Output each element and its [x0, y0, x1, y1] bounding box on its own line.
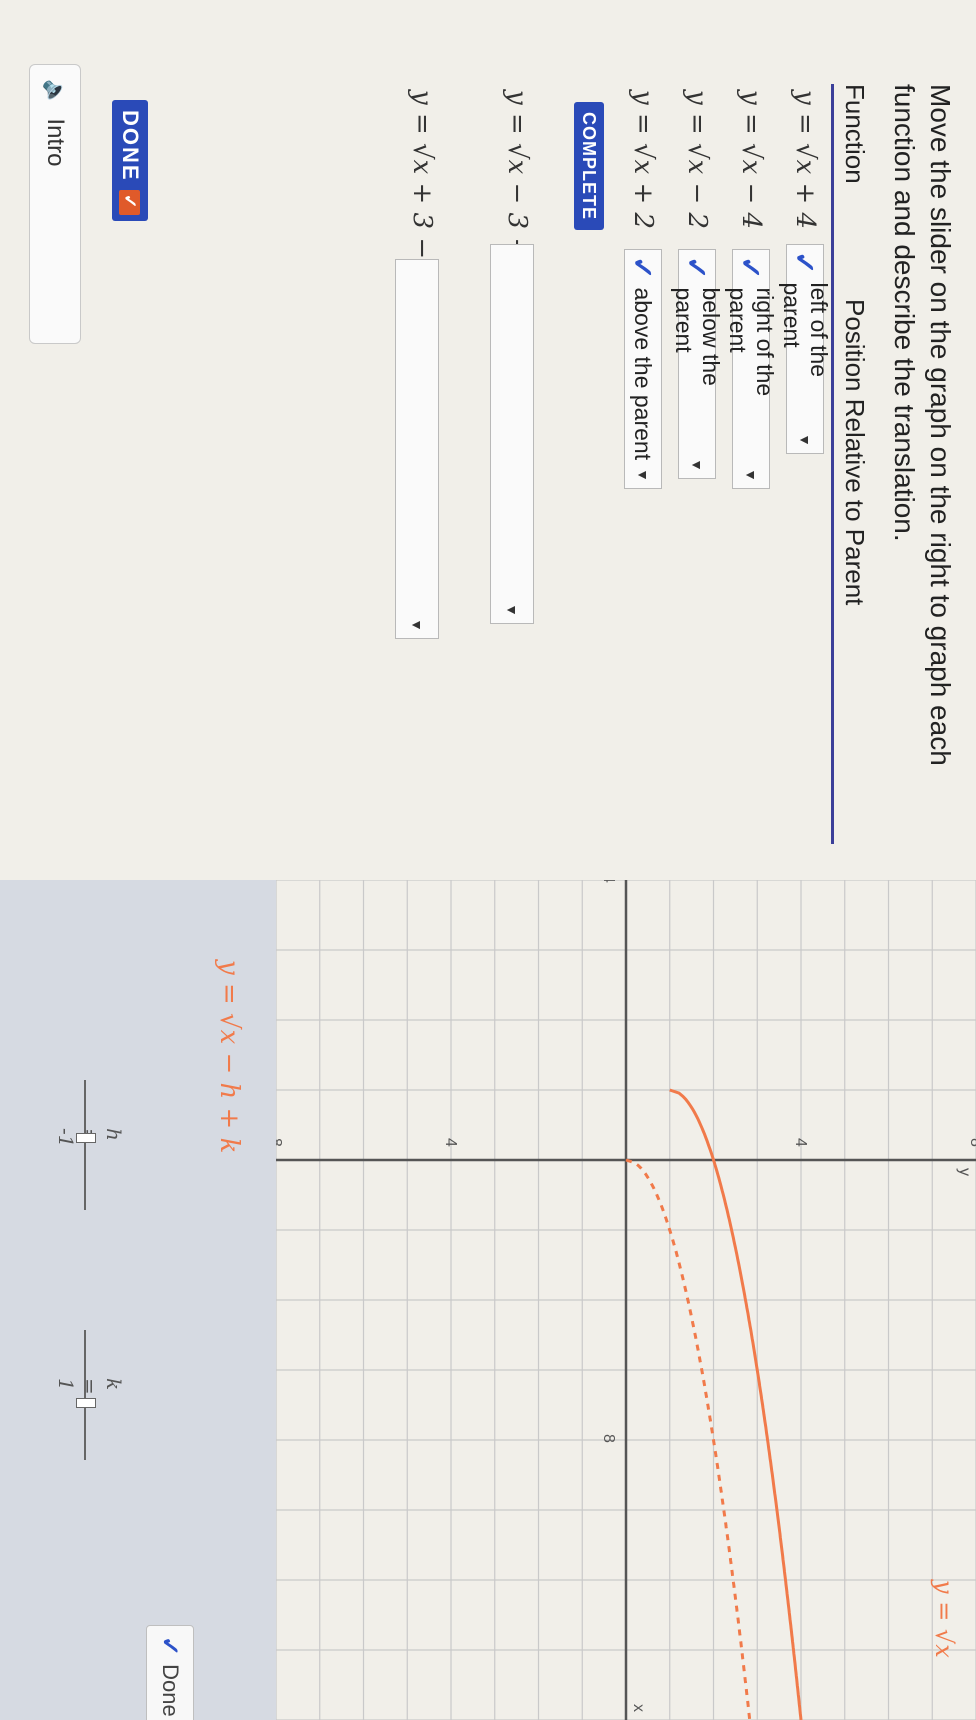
tick-label: 8	[967, 1138, 976, 1147]
table-row: y = √x − 2 ✓ below the parent ▼	[670, 84, 724, 844]
tick-label: 4	[600, 880, 617, 883]
equation-panel: y = √x − h + k h = -1 k = 1	[0, 880, 276, 1720]
function-label: y = √x + 3 − 2	[407, 90, 437, 284]
y-axis-label: y	[956, 1168, 973, 1176]
check-icon: ✓	[156, 1636, 184, 1657]
function-label: y = √x − 2	[682, 90, 712, 230]
translated-equation: y = √x − h + k	[214, 960, 244, 1154]
tick-label: 8	[600, 1434, 617, 1443]
select-value: below the parent	[671, 287, 724, 386]
tick-label: 4	[792, 1138, 809, 1147]
done-button-label: Done	[158, 1664, 183, 1717]
slider-thumb[interactable]	[76, 1132, 96, 1143]
tick-label: 8	[276, 1138, 284, 1147]
table-row: y = √x + 2 ✓ above the parent ▼	[616, 84, 664, 844]
chevron-down-icon: ▼	[635, 468, 651, 482]
check-icon: ✓	[735, 256, 767, 280]
k-slider-label: k = 1	[54, 1378, 126, 1395]
done-badge: DONE ✓	[112, 100, 148, 221]
table-row: y = √x + 3 − 2 ▼	[371, 84, 461, 844]
position-select[interactable]: ✓ right of the parent ▼	[725, 249, 778, 489]
done-button[interactable]: ✓ Done	[146, 1625, 194, 1720]
translated-curve	[669, 1088, 803, 1720]
coordinate-graph[interactable]: 8 4 4 8 4 8 x y y = √x	[276, 880, 976, 1720]
x-axis-label: x	[630, 1704, 647, 1712]
check-icon: ✓	[119, 189, 141, 215]
slider-track	[84, 1080, 86, 1210]
function-label: y = √x − 4	[736, 90, 766, 230]
parent-equation: y = √x	[930, 1579, 958, 1658]
table-row: y = √x − 4 ✓ right of the parent ▼	[724, 84, 778, 844]
stage: Move the slider on the graph on the righ…	[0, 0, 976, 1720]
tick-label: 4	[442, 1138, 459, 1147]
slider-track	[84, 1330, 86, 1460]
select-value: left of the parent	[779, 282, 832, 378]
chevron-down-icon: ▼	[689, 458, 705, 472]
position-select[interactable]: ✓ above the parent ▼	[624, 249, 662, 489]
speaker-icon: 🔈	[43, 79, 68, 107]
chevron-down-icon: ▼	[409, 618, 425, 632]
instructions: Move the slider on the graph on the righ…	[889, 84, 956, 766]
intro-button[interactable]: 🔈 Intro	[29, 64, 81, 344]
chevron-down-icon: ▼	[743, 468, 759, 482]
table-row: y = √x + 4 ✓ left of the parent ▼	[778, 84, 832, 844]
select-value: above the parent	[630, 287, 657, 461]
select-value: right of the parent	[725, 287, 778, 397]
table-row: y = √x − 3 + 2 ▼	[466, 84, 556, 844]
complete-badge: COMPLETE	[574, 102, 604, 231]
check-icon: ✓	[627, 256, 659, 280]
header-position: Position Relative to Parent	[840, 299, 870, 606]
position-select[interactable]: ✓ left of the parent ▼	[779, 244, 832, 454]
function-label: y = √x + 4	[790, 90, 820, 230]
header-function: Function	[840, 84, 870, 184]
check-icon: ✓	[681, 256, 713, 280]
position-select[interactable]: ▼	[395, 259, 439, 639]
position-select[interactable]: ▼	[490, 244, 534, 624]
chevron-down-icon: ▼	[797, 433, 813, 447]
chevron-down-icon: ▼	[504, 603, 520, 617]
check-icon: ✓	[789, 251, 821, 275]
slider-thumb[interactable]	[76, 1397, 96, 1408]
intro-button-label: Intro	[42, 118, 69, 167]
position-select[interactable]: ✓ below the parent ▼	[671, 249, 724, 479]
done-badge-label: DONE	[118, 110, 143, 182]
table-header: Function Position Relative to Parent	[831, 84, 872, 844]
function-label: y = √x + 2	[628, 90, 658, 230]
